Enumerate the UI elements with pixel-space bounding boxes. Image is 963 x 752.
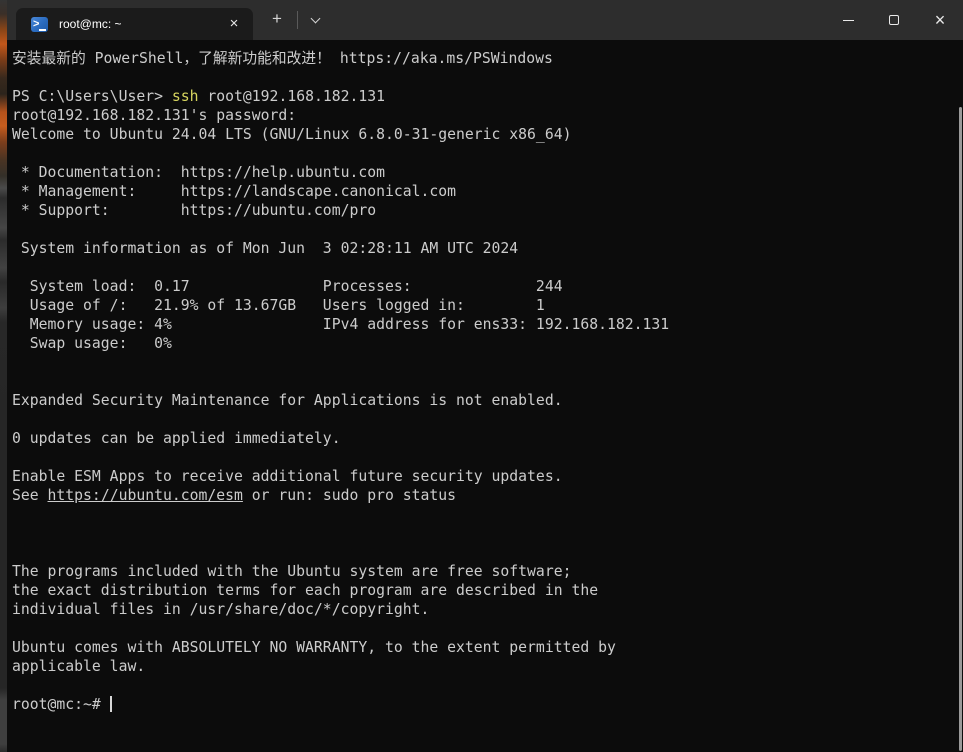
terminal-line: root@mc:~# [12, 695, 963, 714]
powershell-icon: > [31, 17, 48, 32]
terminal-line [12, 524, 963, 543]
terminal-text: root@192.168.182.131 [199, 88, 386, 105]
maximize-icon [889, 15, 899, 25]
terminal-line [12, 619, 963, 638]
tab-bar-separator [297, 11, 298, 29]
terminal-text: applicable law. [12, 658, 145, 675]
terminal-line: Expanded Security Maintenance for Applic… [12, 391, 963, 410]
terminal-line [12, 372, 963, 391]
maximize-button[interactable] [871, 0, 917, 40]
close-button[interactable]: × [917, 0, 963, 40]
terminal-line: System load: 0.17 Processes: 244 [12, 277, 963, 296]
terminal-line: Usage of /: 21.9% of 13.67GB Users logge… [12, 296, 963, 315]
terminal-cursor [110, 696, 112, 712]
terminal-line [12, 68, 963, 87]
terminal-text: Welcome to Ubuntu 24.04 LTS (GNU/Linux 6… [12, 126, 571, 143]
terminal-window: > root@mc: ~ × + × 安装最新的 PowerShell，了解新功… [7, 0, 963, 752]
chevron-down-icon [310, 13, 320, 23]
terminal-text: Swap usage: 0% [12, 335, 172, 352]
terminal-text: Memory usage: 4% IPv4 address for ens33:… [12, 316, 669, 333]
terminal-line [12, 410, 963, 429]
titlebar-drag-region[interactable] [330, 0, 825, 40]
terminal-line: Swap usage: 0% [12, 334, 963, 353]
terminal-line: * Support: https://ubuntu.com/pro [12, 201, 963, 220]
minimize-icon [843, 20, 854, 21]
terminal-text: * Management: https://landscape.canonica… [12, 183, 456, 200]
terminal-line: See https://ubuntu.com/esm or run: sudo … [12, 486, 963, 505]
terminal-text: * Support: https://ubuntu.com/pro [12, 202, 376, 219]
terminal-text: Expanded Security Maintenance for Applic… [12, 392, 563, 409]
terminal-text: the exact distribution terms for each pr… [12, 582, 598, 599]
terminal-line: * Documentation: https://help.ubuntu.com [12, 163, 963, 182]
terminal-line: 安装最新的 PowerShell，了解新功能和改进！ https://aka.m… [12, 49, 963, 68]
terminal-line [12, 676, 963, 695]
terminal-text: ssh [172, 88, 199, 105]
terminal-text: Usage of /: 21.9% of 13.67GB Users logge… [12, 297, 545, 314]
new-tab-button[interactable]: + [262, 5, 292, 35]
scrollbar[interactable] [959, 107, 962, 751]
terminal-text: System load: 0.17 Processes: 244 [12, 278, 563, 295]
terminal-text: * Documentation: https://help.ubuntu.com [12, 164, 385, 181]
terminal-line: Ubuntu comes with ABSOLUTELY NO WARRANTY… [12, 638, 963, 657]
terminal-line [12, 543, 963, 562]
close-icon: × [935, 11, 946, 29]
terminal-line: Enable ESM Apps to receive additional fu… [12, 467, 963, 486]
terminal-output: 安装最新的 PowerShell，了解新功能和改进！ https://aka.m… [12, 49, 963, 714]
terminal-line [12, 144, 963, 163]
terminal-line [12, 505, 963, 524]
terminal-line: 0 updates can be applied immediately. [12, 429, 963, 448]
terminal-line [12, 220, 963, 239]
terminal-line: * Management: https://landscape.canonica… [12, 182, 963, 201]
terminal-text: individual files in /usr/share/doc/*/cop… [12, 601, 429, 618]
tab-close-button[interactable]: × [223, 13, 245, 35]
tab-dropdown-button[interactable] [300, 5, 330, 35]
terminal-text: 安装最新的 PowerShell，了解新功能和改进！ https://aka.m… [12, 50, 553, 67]
desktop-background-sliver [0, 0, 7, 752]
terminal-text: The programs included with the Ubuntu sy… [12, 563, 571, 580]
terminal-line: The programs included with the Ubuntu sy… [12, 562, 963, 581]
terminal[interactable]: 安装最新的 PowerShell，了解新功能和改进！ https://aka.m… [7, 40, 963, 752]
terminal-line [12, 258, 963, 277]
terminal-line: Welcome to Ubuntu 24.04 LTS (GNU/Linux 6… [12, 125, 963, 144]
terminal-line: individual files in /usr/share/doc/*/cop… [12, 600, 963, 619]
minimize-button[interactable] [825, 0, 871, 40]
terminal-text: 0 updates can be applied immediately. [12, 430, 341, 447]
terminal-text: System information as of Mon Jun 3 02:28… [12, 240, 518, 257]
terminal-text: PS C:\Users\User> [12, 88, 172, 105]
terminal-line [12, 448, 963, 467]
terminal-text: Ubuntu comes with ABSOLUTELY NO WARRANTY… [12, 639, 616, 656]
terminal-text: root@192.168.182.131's password: [12, 107, 296, 124]
tab-root-mc[interactable]: > root@mc: ~ × [16, 8, 253, 40]
tab-title: root@mc: ~ [59, 17, 223, 31]
terminal-line: System information as of Mon Jun 3 02:28… [12, 239, 963, 258]
terminal-line: the exact distribution terms for each pr… [12, 581, 963, 600]
terminal-line: applicable law. [12, 657, 963, 676]
terminal-line: root@192.168.182.131's password: [12, 106, 963, 125]
terminal-text: root@mc:~# [12, 696, 110, 713]
terminal-line: Memory usage: 4% IPv4 address for ens33:… [12, 315, 963, 334]
terminal-text: or run: sudo pro status [243, 487, 456, 504]
terminal-text: Enable ESM Apps to receive additional fu… [12, 468, 563, 485]
terminal-line [12, 353, 963, 372]
titlebar[interactable]: > root@mc: ~ × + × [7, 0, 963, 40]
terminal-text: See [12, 487, 48, 504]
terminal-line: PS C:\Users\User> ssh root@192.168.182.1… [12, 87, 963, 106]
esm-link[interactable]: https://ubuntu.com/esm [48, 487, 243, 504]
